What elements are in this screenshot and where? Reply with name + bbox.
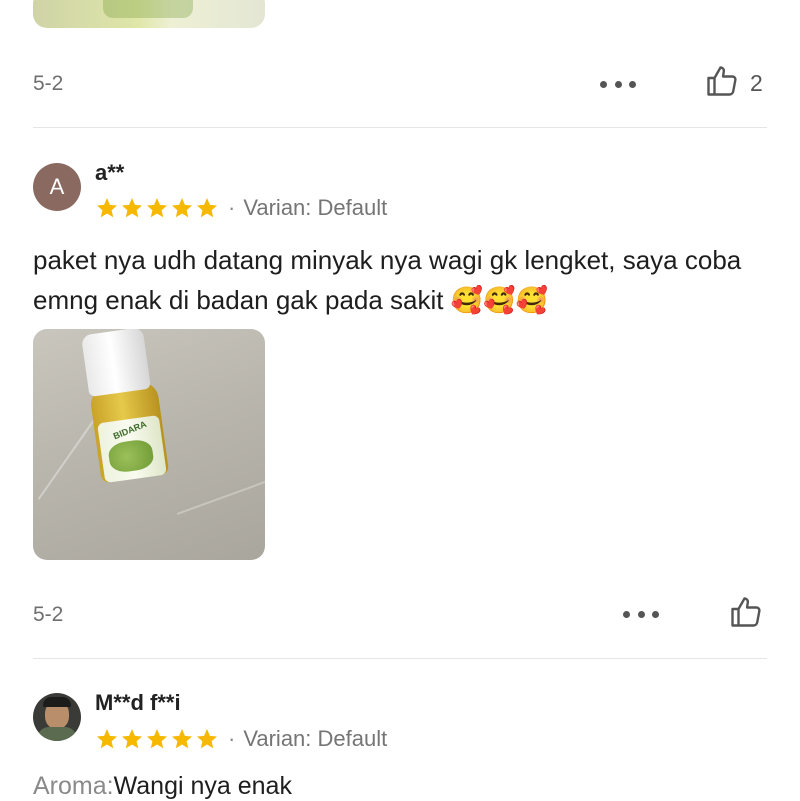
review-date: 5-2	[33, 72, 64, 95]
star-icon	[197, 198, 217, 218]
aroma-label: Aroma:	[33, 772, 114, 800]
star-icon	[97, 729, 117, 749]
review-date: 5-2	[33, 603, 64, 626]
separator-dot: ·	[228, 726, 236, 751]
more-options-button[interactable]	[623, 608, 659, 620]
star-icon	[172, 729, 192, 749]
star-icon	[97, 198, 117, 218]
review-text: paket nya udh datang minyak nya wagi gk …	[33, 245, 742, 315]
star-rating	[95, 196, 219, 220]
reviewer-name: a**	[95, 160, 125, 185]
variant-label: · Varian: Default	[228, 726, 387, 752]
like-count: 2	[750, 70, 763, 96]
divider	[33, 127, 767, 128]
aroma-field: Aroma:Wangi nya enak	[33, 772, 292, 801]
avatar[interactable]	[33, 693, 81, 741]
reviewer-name: M**d f**i	[95, 690, 181, 715]
divider	[33, 658, 767, 659]
star-icon	[122, 198, 142, 218]
variant-label: · Varian: Default	[228, 195, 387, 221]
more-dots-icon	[600, 80, 607, 88]
thumbs-up-icon[interactable]	[704, 63, 740, 99]
star-icon	[147, 198, 167, 218]
variant-text: Varian: Default	[243, 726, 388, 751]
more-dots-icon	[623, 610, 630, 618]
variant-text: Varian: Default	[243, 195, 388, 220]
star-icon	[147, 729, 167, 749]
star-icon	[122, 729, 142, 749]
review-photo[interactable]: BIDARA	[33, 329, 265, 560]
avatar-initial: A	[49, 174, 65, 199]
avatar[interactable]: A	[33, 163, 81, 211]
star-icon	[197, 729, 217, 749]
thumbs-up-icon[interactable]	[728, 594, 764, 630]
bottle-cap	[80, 329, 152, 398]
avatar-shirt	[37, 727, 77, 741]
more-options-button[interactable]	[600, 78, 636, 90]
star-icon	[172, 198, 192, 218]
separator-dot: ·	[228, 195, 236, 220]
floor-streak	[176, 465, 265, 515]
avatar-hair	[43, 697, 71, 707]
bottle-brand: BIDARA	[111, 418, 148, 442]
star-rating	[95, 727, 219, 751]
bottle-label-fragment	[103, 0, 193, 18]
aroma-value: Wangi nya enak	[113, 772, 292, 800]
review-photo[interactable]	[33, 0, 265, 28]
